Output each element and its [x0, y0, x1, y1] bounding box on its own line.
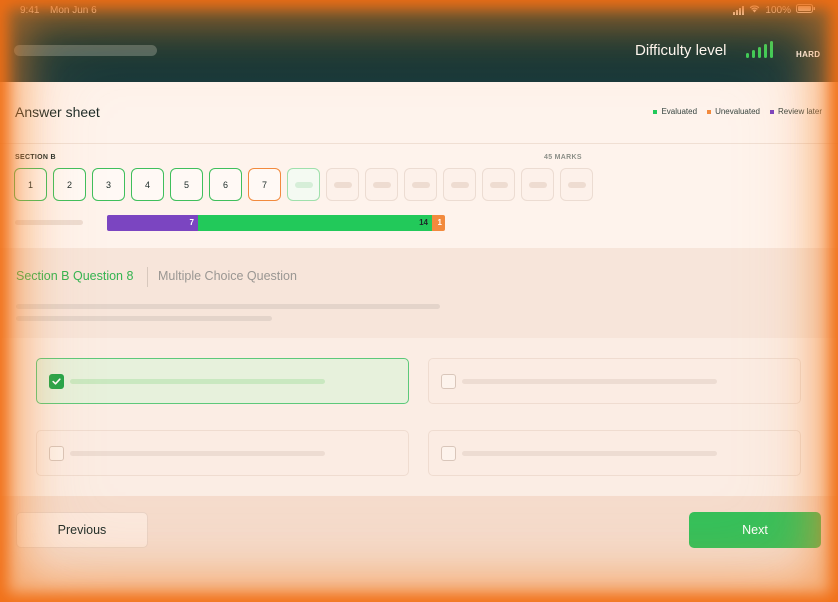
- previous-button[interactable]: Previous: [16, 512, 148, 548]
- difficulty-value: HARD: [796, 50, 821, 59]
- question-number: 4: [144, 179, 150, 190]
- wifi-icon: [749, 4, 760, 16]
- progress-count: 1: [437, 218, 442, 227]
- question-button-15[interactable]: [560, 168, 593, 201]
- footer: Previous Next: [0, 496, 838, 602]
- progress-unevaluated: 1: [432, 215, 445, 231]
- question-type: Multiple Choice Question: [158, 269, 297, 283]
- progress-label-placeholder: [15, 220, 83, 225]
- progress-count: 7: [189, 218, 194, 227]
- option-2[interactable]: [428, 358, 801, 404]
- difficulty-bar: [758, 47, 761, 58]
- question-placeholder: [411, 181, 430, 188]
- divider: [147, 267, 148, 287]
- progress-bar: 7 14 1: [107, 215, 445, 231]
- question-number: 6: [222, 179, 228, 190]
- question-button-5[interactable]: 5: [170, 168, 203, 201]
- option-text-placeholder: [70, 379, 325, 384]
- status-bar: 9:41 Mon Jun 6 100%: [0, 0, 838, 22]
- question-button-10[interactable]: [365, 168, 398, 201]
- question-button-3[interactable]: 3: [92, 168, 125, 201]
- checkbox-icon[interactable]: [441, 446, 456, 461]
- question-button-7[interactable]: 7: [248, 168, 281, 201]
- checkbox-checked-icon[interactable]: [49, 374, 64, 389]
- option-4[interactable]: [428, 430, 801, 476]
- legend-review-later: Review later: [769, 107, 822, 116]
- checkbox-icon[interactable]: [49, 446, 64, 461]
- question-number: 2: [66, 179, 72, 190]
- question-placeholder: [489, 181, 508, 188]
- legend-swatch-unevaluated: [707, 109, 712, 114]
- difficulty-bars-icon: [746, 40, 773, 58]
- question-button-14[interactable]: [521, 168, 554, 201]
- section-label: SECTION B: [15, 154, 56, 161]
- status-time: 9:41: [20, 5, 40, 16]
- app-frame: 9:41 Mon Jun 6 100% Difficulty level HAR…: [0, 0, 838, 602]
- question-button-9[interactable]: [326, 168, 359, 201]
- difficulty-bar: [746, 53, 749, 58]
- answer-sheet: Answer sheet Evaluated Unevaluated Revie…: [0, 82, 838, 248]
- question-placeholder: [294, 181, 313, 188]
- difficulty-title: Difficulty level: [635, 42, 727, 59]
- battery-percent: 100%: [765, 4, 791, 16]
- question-placeholder: [567, 181, 586, 188]
- battery-icon: [796, 4, 816, 16]
- legend-unevaluated: Unevaluated: [707, 107, 760, 116]
- top-bar: Difficulty level HARD: [0, 22, 838, 82]
- legend-evaluated: Evaluated: [653, 107, 697, 116]
- legend-label: Evaluated: [661, 107, 698, 116]
- question-text-placeholder: [16, 304, 440, 309]
- question-button-12[interactable]: [443, 168, 476, 201]
- question-number: 5: [183, 179, 189, 190]
- option-text-placeholder: [462, 379, 717, 384]
- question-number: 7: [261, 179, 267, 190]
- question-button-13[interactable]: [482, 168, 515, 201]
- question-text-placeholder: [16, 316, 272, 321]
- option-text-placeholder: [70, 451, 325, 456]
- option-text-placeholder: [462, 451, 717, 456]
- status-indicators: 100%: [733, 4, 816, 16]
- legend-swatch-review-later: [769, 109, 774, 114]
- question-placeholder: [528, 181, 547, 188]
- option-3[interactable]: [36, 430, 409, 476]
- question-grid: 1 2 3 4 5 6 7: [14, 168, 593, 201]
- question-number: 3: [105, 179, 111, 190]
- checkbox-icon[interactable]: [441, 374, 456, 389]
- question-placeholder: [333, 181, 352, 188]
- question-button-11[interactable]: [404, 168, 437, 201]
- divider: [0, 143, 838, 144]
- question-button-6[interactable]: 6: [209, 168, 242, 201]
- option-1[interactable]: [36, 358, 409, 404]
- difficulty-bar: [752, 50, 755, 58]
- answer-sheet-title: Answer sheet: [15, 104, 100, 120]
- legend-label: Review later: [777, 107, 822, 116]
- question-title: Section B Question 8: [16, 269, 134, 283]
- question-placeholder: [372, 181, 391, 188]
- progress-count: 14: [419, 218, 428, 227]
- question-number: 1: [27, 179, 33, 190]
- question-header: Section B Question 8 Multiple Choice Que…: [0, 248, 838, 338]
- cellular-signal-icon: [733, 5, 745, 15]
- legend: Evaluated Unevaluated Review later: [653, 107, 822, 116]
- question-button-4[interactable]: 4: [131, 168, 164, 201]
- question-placeholder: [450, 181, 469, 188]
- section-marks: 45 MARKS: [544, 154, 582, 161]
- progress-review-later: 7: [107, 215, 198, 231]
- exam-title-placeholder: [14, 45, 157, 56]
- question-button-8[interactable]: [287, 168, 320, 201]
- difficulty-bar: [770, 41, 773, 58]
- next-button[interactable]: Next: [689, 512, 821, 548]
- legend-label: Unevaluated: [715, 107, 760, 116]
- question-button-1[interactable]: 1: [14, 168, 47, 201]
- legend-swatch-evaluated: [653, 109, 658, 114]
- question-button-2[interactable]: 2: [53, 168, 86, 201]
- status-date: Mon Jun 6: [50, 5, 97, 16]
- difficulty-bar: [764, 44, 767, 58]
- progress-evaluated: 14: [198, 215, 432, 231]
- answer-options: [0, 338, 838, 496]
